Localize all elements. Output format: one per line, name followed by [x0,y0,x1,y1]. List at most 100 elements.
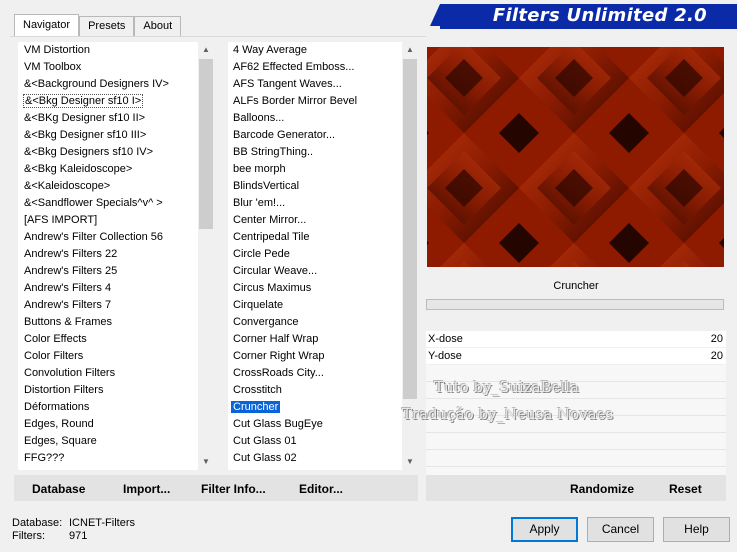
category-scroll-thumb[interactable] [199,59,213,229]
category-scrollbar[interactable]: ▲ ▼ [198,42,214,470]
filter-list-item[interactable]: Crosstitch [228,382,418,399]
category-list-item[interactable]: &<Bkg Designer sf10 III> [18,127,214,144]
filter-list-item[interactable]: Blur 'em!... [228,195,418,212]
list-item-label: Barcode Generator... [233,129,336,141]
filter-list-item[interactable]: Circus Maximus [228,280,418,297]
list-item-label: ALFs Border Mirror Bevel [233,95,358,107]
filter-list-item[interactable]: AFS Tangent Waves... [228,76,418,93]
title-underline [440,26,737,29]
list-item-label: FFG??? [24,452,65,464]
filter-list-item[interactable]: Cut Glass BugEye [228,416,418,433]
filter-list-item[interactable]: Center Mirror... [228,212,418,229]
randomize-button[interactable]: Randomize [570,482,634,496]
category-list-item[interactable]: VM Distortion [18,42,214,59]
filter-list-item[interactable]: Balloons... [228,110,418,127]
category-list-item[interactable]: Déformations [18,399,214,416]
param-label: X-dose [428,333,463,345]
filter-list-item[interactable]: Cut Glass 02 [228,450,418,467]
filter-list-item[interactable]: Cirquelate [228,297,418,314]
filter-list-item[interactable]: AF62 Effected Emboss... [228,59,418,76]
filter-list-item[interactable]: Circle Pede [228,246,418,263]
filter-scroll-thumb[interactable] [403,59,417,399]
help-button[interactable]: Help [663,517,730,542]
category-list-item[interactable]: Andrew's Filters 7 [18,297,214,314]
category-list[interactable]: VM Distortion VM Toolbox &<Background Desi… [18,42,214,470]
filter-list-item[interactable]: Convergance [228,314,418,331]
filter-list-item[interactable]: CrossRoads City... [228,365,418,382]
list-item-label: Buttons & Frames [24,316,113,328]
category-list-item[interactable]: Andrew's Filters 25 [18,263,214,280]
category-list-item[interactable]: &<BKg Designer sf10 II> [18,110,214,127]
filter-list-item[interactable]: Centripedal Tile [228,229,418,246]
list-item-label: bee morph [233,163,286,175]
app-title-banner: Filters Unlimited 2.0 [430,0,737,30]
scroll-up-arrow-icon[interactable]: ▲ [198,42,214,58]
param-action-bar: Randomize Reset [426,475,726,501]
filter-list-item[interactable]: 4 Way Average [228,42,418,59]
apply-button[interactable]: Apply [511,517,578,542]
param-row-y-dose[interactable]: Y-dose 20 [426,348,726,365]
import-button[interactable]: Import... [123,482,170,496]
category-list-item[interactable]: Distortion Filters [18,382,214,399]
category-list-item[interactable]: Andrew's Filters 4 [18,280,214,297]
category-list-item[interactable]: Edges, Round [18,416,214,433]
filter-list-item[interactable]: bee morph [228,161,418,178]
category-list-item[interactable]: [AFS IMPORT] [18,212,214,229]
category-list-item[interactable]: &<Bkg Designers sf10 IV> [18,144,214,161]
scroll-up-arrow-icon[interactable]: ▲ [402,42,418,58]
category-list-item[interactable]: &<Background Designers IV> [18,76,214,93]
scroll-down-arrow-icon[interactable]: ▼ [402,454,418,470]
list-item-label: Cirquelate [233,299,284,311]
filter-info-button[interactable]: Filter Info... [201,482,266,496]
tab-navigator[interactable]: Navigator [14,14,80,36]
param-row-x-dose[interactable]: X-dose 20 [426,331,726,348]
category-list-item[interactable]: Buttons & Frames [18,314,214,331]
filter-list-item[interactable]: Cruncher [228,399,418,416]
filter-list-item[interactable]: Circular Weave... [228,263,418,280]
category-list-item[interactable]: Andrew's Filter Collection 56 [18,229,214,246]
database-button[interactable]: Database [32,482,85,496]
category-list-item[interactable]: Color Filters [18,348,214,365]
tab-pane-border [10,36,426,38]
cancel-button[interactable]: Cancel [587,517,654,542]
list-item-label: &<Background Designers IV> [24,78,169,90]
list-item-label: VM Distortion [24,44,91,56]
list-item-label: Color Filters [24,350,84,362]
category-list-item[interactable]: &<Kaleidoscope> [18,178,214,195]
list-item-label: &<Bkg Designers sf10 IV> [24,146,154,158]
reset-button[interactable]: Reset [669,482,702,496]
list-item-label: Cruncher [231,401,281,413]
list-item-label: &<Bkg Designer sf10 I> [22,94,144,108]
list-item-label: Cut Glass 03 [233,469,297,470]
category-list-item[interactable]: FFG??? [18,450,214,467]
list-item-label: AF62 Effected Emboss... [233,61,355,73]
category-list-item[interactable]: &<Bkg Designer sf10 I> [18,93,214,110]
param-label: Y-dose [428,350,462,362]
filter-list[interactable]: 4 Way Average AF62 Effected Emboss... AFS … [228,42,418,470]
filter-list-item[interactable]: Barcode Generator... [228,127,418,144]
category-list-item[interactable]: Edges, Square [18,433,214,450]
tab-strip: Navigator Presets About [14,14,182,36]
tab-about[interactable]: About [134,16,182,36]
filter-list-item[interactable]: Cut Glass 01 [228,433,418,450]
category-list-item[interactable]: &<Bkg Kaleidoscope> [18,161,214,178]
list-item-label: Corner Half Wrap [233,333,319,345]
filter-list-items: 4 Way Average AF62 Effected Emboss... AFS … [228,42,418,470]
list-item-label: Convolution Filters [24,367,116,379]
category-list-item[interactable]: VM Toolbox [18,59,214,76]
filter-list-item[interactable]: BlindsVertical [228,178,418,195]
tab-presets[interactable]: Presets [79,16,135,36]
editor-button[interactable]: Editor... [299,482,343,496]
filter-list-item[interactable]: Corner Right Wrap [228,348,418,365]
filter-list-item[interactable]: BB StringThing.. [228,144,418,161]
category-list-item[interactable]: &<Sandflower Specials^v^ > [18,195,214,212]
list-item-label: Déformations [24,401,90,413]
selected-filter-name: Cruncher [553,280,599,292]
scroll-down-arrow-icon[interactable]: ▼ [198,454,214,470]
category-list-item[interactable]: Convolution Filters [18,365,214,382]
category-list-item[interactable]: Andrew's Filters 22 [18,246,214,263]
category-list-item[interactable]: Color Effects [18,331,214,348]
filter-list-item[interactable]: Cut Glass 03 [228,467,418,470]
filter-list-item[interactable]: ALFs Border Mirror Bevel [228,93,418,110]
filter-list-item[interactable]: Corner Half Wrap [228,331,418,348]
